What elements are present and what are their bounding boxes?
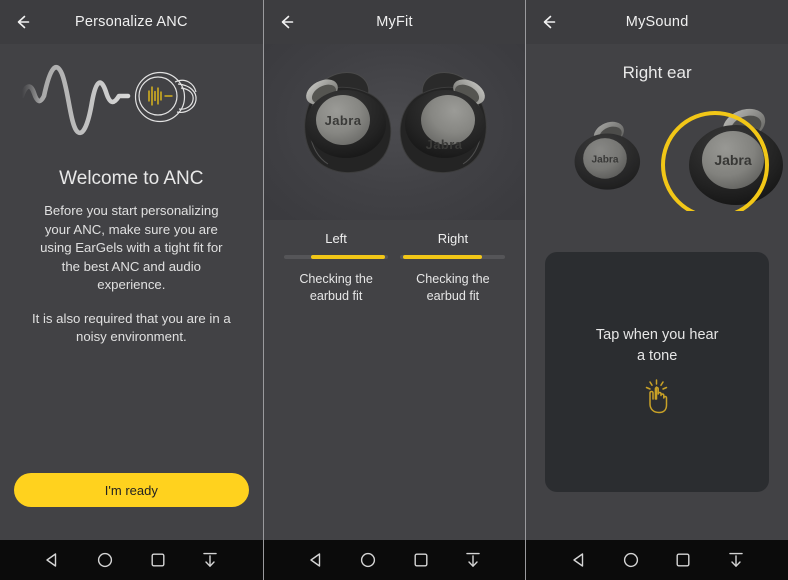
svg-text:Jabra: Jabra (324, 113, 361, 128)
app-bar: MySound (526, 0, 788, 44)
tap-hand-icon (645, 379, 668, 414)
arrow-left-icon (281, 15, 293, 29)
screen-personalize-anc: Personalize ANC Welcome to ANC Before yo… (0, 0, 263, 580)
right-earbud-option: Jabra (661, 108, 784, 211)
welcome-description: Before you start personalizing your ANC,… (0, 202, 263, 347)
app-bar: MyFit (263, 0, 526, 44)
fit-status-text: Checking the earbud fit (416, 272, 490, 303)
anc-waveform-earbud-illustration (19, 65, 254, 136)
app-bar: Personalize ANC (0, 0, 263, 44)
square-icon (676, 553, 690, 567)
fit-side-label: Left (325, 231, 347, 246)
anc-illustration (0, 44, 263, 156)
nav-hide-keyboard-button[interactable] (193, 543, 227, 577)
fit-column-left: Left Checking the earbud fit (278, 231, 395, 305)
two-earbuds-image: Jabra Jabra (303, 72, 487, 174)
android-nav-bar (0, 540, 263, 580)
screen-myfit: MyFit Jabra Jabra Left Checking the earb… (262, 0, 526, 580)
nav-recents-button[interactable] (666, 543, 700, 577)
back-button[interactable] (264, 0, 308, 44)
fit-progress-left (283, 255, 389, 259)
screen-body: Jabra Jabra Left Checking the earbud fit… (263, 44, 526, 540)
cta-container: I'm ready (0, 473, 263, 507)
nav-hide-keyboard-button[interactable] (456, 543, 490, 577)
back-button[interactable] (0, 0, 44, 44)
earbuds-illustration: Jabra Jabra (263, 44, 526, 220)
triangle-left-icon (572, 553, 583, 567)
im-ready-button[interactable]: I'm ready (14, 473, 249, 507)
nav-back-button[interactable] (299, 543, 333, 577)
fit-progress-right (400, 255, 506, 259)
earbud-selector: Jabra Jabra (526, 85, 788, 211)
tap-tone-card[interactable]: Tap when you hear a tone (545, 252, 769, 492)
screen-mysound: MySound Right ear Jabra Jabra Tap when y… (525, 0, 788, 580)
nav-home-button[interactable] (351, 543, 385, 577)
android-nav-bar (263, 540, 526, 580)
arrow-down-bar-icon (466, 552, 480, 567)
arrow-down-bar-icon (203, 552, 217, 567)
fit-side-label: Right (437, 231, 469, 246)
nav-home-button[interactable] (88, 543, 122, 577)
triangle-left-icon (310, 553, 321, 567)
square-icon (151, 553, 165, 567)
left-earbud-option: Jabra (574, 121, 641, 190)
fit-column-right: Right Checking the earbud fit (394, 231, 511, 305)
fit-progress-fill (402, 255, 483, 259)
tap-tone-line-1: Tap when you hear (595, 327, 719, 343)
svg-text:Jabra: Jabra (425, 137, 462, 152)
arrow-down-bar-icon (729, 552, 743, 567)
nav-recents-button[interactable] (404, 543, 438, 577)
arrow-left-icon (17, 15, 30, 29)
welcome-paragraph-2: It is also required that you are in a no… (32, 310, 231, 345)
earbud-selection-image: Jabra Jabra (574, 108, 784, 211)
nav-hide-keyboard-button[interactable] (719, 543, 753, 577)
ear-side-title: Right ear (622, 63, 692, 82)
tap-hand-icon-wrap (640, 378, 674, 419)
screenshot-root: Personalize ANC Welcome to ANC Before yo… (0, 0, 788, 580)
fit-status-text: Checking the earbud fit (299, 272, 373, 303)
android-nav-bar (526, 540, 788, 580)
arrow-left-icon (544, 15, 556, 29)
circle-icon (361, 552, 376, 568)
triangle-left-icon (46, 553, 57, 567)
circle-icon (97, 552, 113, 568)
fit-progress-fill (310, 255, 386, 259)
circle-icon (623, 552, 639, 568)
svg-text:Jabra: Jabra (592, 154, 619, 165)
tap-tone-text: Tap when you hear a tone (578, 325, 737, 367)
fit-status-columns: Left Checking the earbud fit Right Check… (264, 231, 526, 305)
nav-back-button[interactable] (35, 543, 69, 577)
tap-tone-line-2: a tone (636, 348, 678, 364)
nav-home-button[interactable] (614, 543, 648, 577)
screen-body: Right ear Jabra Jabra Tap when you hear … (526, 44, 788, 540)
nav-recents-button[interactable] (141, 543, 175, 577)
screen-body: Welcome to ANC Before you start personal… (0, 44, 263, 540)
welcome-title: Welcome to ANC (59, 168, 204, 189)
nav-back-button[interactable] (562, 543, 596, 577)
welcome-paragraph-1: Before you start personalizing your ANC,… (40, 203, 223, 292)
square-icon (414, 553, 428, 567)
svg-text:Jabra: Jabra (715, 152, 753, 168)
back-button[interactable] (526, 0, 570, 44)
